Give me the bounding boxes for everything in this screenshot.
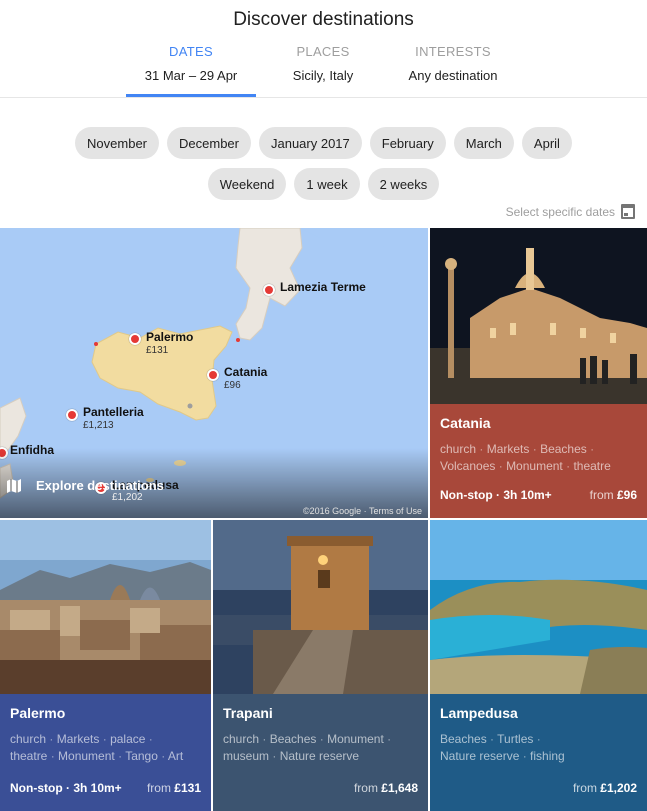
tag: Nature reserve [440,749,520,763]
tag: Beaches [540,442,587,456]
tab-dates[interactable]: DATES 31 Mar – 29 Apr [126,44,256,83]
tab-dates-label: DATES [169,44,213,59]
catania-photo [430,228,647,404]
tag: theatre [10,749,48,763]
catania-footer: Non-stop · 3h 10m+ from £96 [440,488,637,502]
map-pin-lamezia-terme[interactable] [263,284,275,296]
lampedusa-price: from £1,202 [572,781,637,795]
map-attribution: ©2016 Google · Terms of Use [302,506,422,516]
lampedusa-name: Lampedusa [440,705,518,721]
chip-march[interactable]: March [453,127,514,159]
tag: church [223,732,260,746]
select-specific-dates[interactable]: Select specific dates [506,204,635,219]
tag: Markets [486,442,530,456]
destination-card-lampedusa[interactable]: Lampedusa Beaches · Turtles · Nature res… [430,520,647,811]
tab-places-value: Sicily, Italy [292,68,354,83]
palermo-photo [0,520,211,694]
chip-november[interactable]: November [75,127,160,159]
map-label-pantelleria: Pantelleria [83,405,144,419]
map-pin-pantelleria[interactable] [66,409,78,421]
tag: Art [167,749,184,763]
explore-destinations-button[interactable]: Explore destinations [6,478,164,493]
tag: church [10,732,47,746]
catania-tags: church · Markets · Beaches · Volcanoes ·… [440,442,611,473]
tag: fishing [530,749,565,763]
map-pin-catania[interactable] [207,369,219,381]
tag: museum [223,749,270,763]
palermo-price-value: £131 [174,781,201,795]
tab-interests-label: INTERESTS [415,44,491,59]
catania-name: Catania [440,415,491,431]
explore-destinations-label: Explore destinations [36,478,164,493]
palermo-footer: Non-stop · 3h 10m+ from £131 [10,781,201,795]
page-title: Discover destinations [233,9,414,30]
map-icon [6,478,22,493]
map-price-lampedusa: £1,202 [112,492,143,503]
chip-april[interactable]: April [521,127,572,159]
palermo-price: from £131 [146,781,201,795]
map-price-pantelleria: £1,213 [83,420,114,431]
trapani-price-value: £1,648 [381,781,418,795]
chip-january-2017[interactable]: January 2017 [258,127,362,159]
active-tab-indicator [126,94,256,97]
chip-weekend[interactable]: Weekend [207,168,287,200]
palermo-stop-info: Non-stop · 3h 10m+ [10,781,122,795]
tab-places-label: PLACES [296,44,350,59]
lampedusa-photo [430,520,647,694]
tag: palace [110,732,146,746]
tag: Monument [327,732,384,746]
tag: theatre [573,459,611,473]
tag: Volcanoes [440,459,496,473]
trapani-price: from £1,648 [353,781,418,795]
trapani-name: Trapani [223,705,273,721]
trapani-photo [213,520,428,694]
month-chips: November December January 2017 February … [0,127,647,159]
destination-card-catania[interactable]: Catania church · Markets · Beaches · Vol… [430,228,647,518]
map-price-catania: £96 [224,380,241,391]
tag: Turtles [497,732,534,746]
tab-interests-value: Any destination [408,68,498,83]
trapani-tags: church · Beaches · Monument · museum · N… [223,732,392,763]
lampedusa-footer: from £1,202 [440,781,637,795]
tag: Beaches [269,732,317,746]
tag: church [440,442,477,456]
map-label-catania: Catania [224,365,268,379]
tab-interests[interactable]: INTERESTS Any destination [393,44,513,83]
destinations-map[interactable]: Lamezia Terme Palermo £131 Catania £96 P… [0,228,428,518]
destination-card-palermo[interactable]: Palermo church · Markets · palace · thea… [0,520,211,811]
catania-price: from £96 [589,488,637,502]
tag: Beaches [440,732,487,746]
select-specific-dates-label: Select specific dates [505,204,615,219]
map-label-palermo: Palermo [146,330,194,344]
palermo-name: Palermo [10,705,66,721]
calendar-icon [621,204,635,219]
tab-dates-value: 31 Mar – 29 Apr [144,68,238,83]
tag: Nature reserve [279,749,360,763]
duration-chips: Weekend 1 week 2 weeks [0,168,647,200]
header: Discover destinations DATES 31 Mar – 29 … [0,0,647,98]
map-label-lamezia-terme: Lamezia Terme [280,280,366,294]
destination-card-trapani[interactable]: Trapani church · Beaches · Monument · mu… [213,520,428,811]
map-price-palermo: £131 [146,345,169,356]
chip-february[interactable]: February [369,127,446,159]
chip-2-weeks[interactable]: 2 weeks [367,168,440,200]
map-pin-palermo[interactable] [129,333,141,345]
chip-december[interactable]: December [167,127,251,159]
tab-places[interactable]: PLACES Sicily, Italy [268,44,378,83]
tag: Markets [56,732,100,746]
catania-stop-info: Non-stop · 3h 10m+ [440,488,552,502]
trapani-footer: from £1,648 [223,781,418,795]
palermo-tags: church · Markets · palace · theatre · Mo… [10,732,184,763]
lampedusa-price-value: £1,202 [600,781,637,795]
lampedusa-tags: Beaches · Turtles · Nature reserve · fis… [440,732,565,763]
tag: Monument [58,749,115,763]
chip-1-week[interactable]: 1 week [294,168,360,200]
tag: Tango [125,749,158,763]
catania-price-value: £96 [616,488,637,502]
tag: Monument [506,459,563,473]
